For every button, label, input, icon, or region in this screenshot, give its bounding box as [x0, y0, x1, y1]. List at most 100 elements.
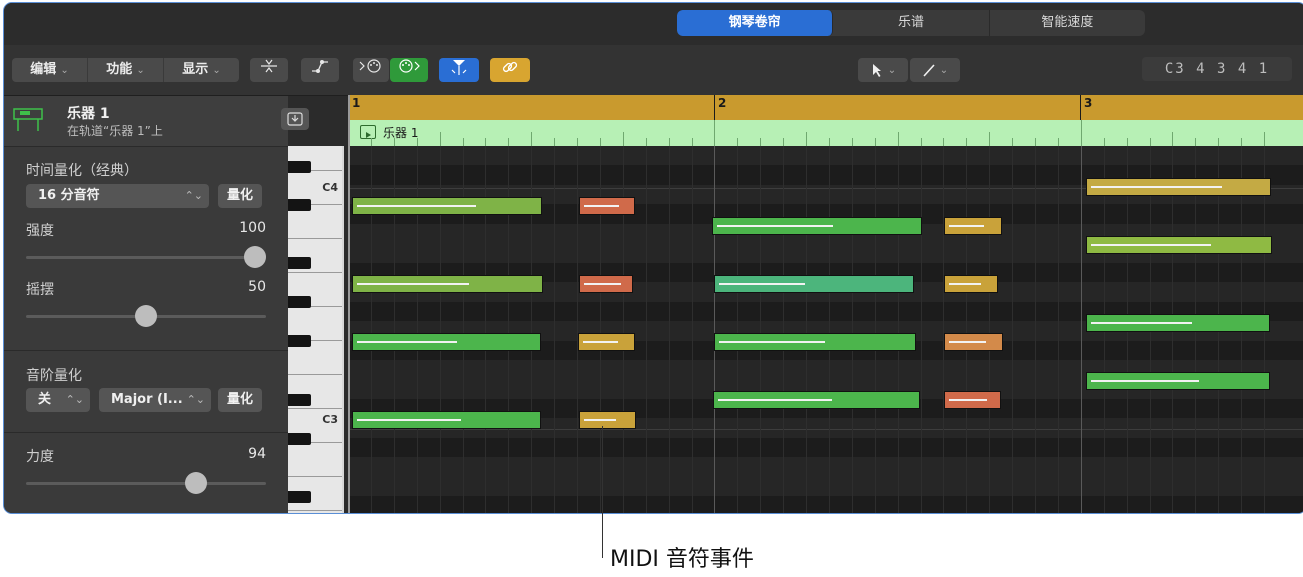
bar-ruler[interactable]: 1 2 3: [348, 95, 1303, 120]
midi-note[interactable]: [1086, 178, 1271, 196]
black-key[interactable]: [288, 199, 311, 211]
midi-note[interactable]: [1086, 236, 1272, 254]
black-key[interactable]: [288, 296, 311, 308]
beat-line: [577, 146, 578, 513]
region-tick: [1103, 138, 1105, 146]
midi-note[interactable]: [944, 275, 998, 293]
beat-line: [760, 146, 762, 513]
grid-lane: [348, 476, 1303, 497]
chevron-updown-icon: ⌃⌄: [184, 189, 203, 202]
midi-note[interactable]: [944, 391, 1001, 409]
white-key[interactable]: [288, 442, 342, 477]
region-tick: [1035, 138, 1036, 146]
tab-smart-tempo[interactable]: 智能速度: [990, 10, 1145, 36]
midi-out-button[interactable]: [390, 58, 428, 82]
functions-menu[interactable]: 功能 ⌄: [88, 58, 164, 82]
midi-note[interactable]: [352, 197, 542, 215]
callout-label: MIDI 音符事件: [610, 547, 754, 572]
black-key[interactable]: [288, 491, 311, 503]
toolbar: 编辑 ⌄ 功能 ⌄ 显示 ⌄ ⌄ ⌄ C3 4 3 4 1: [4, 45, 1303, 96]
ruler-bar-2: 2: [718, 96, 727, 110]
black-key[interactable]: [288, 394, 311, 406]
view-menu[interactable]: 显示 ⌄: [164, 58, 239, 82]
tab-piano-roll[interactable]: 钢琴卷帘: [677, 10, 834, 36]
midi-note[interactable]: [578, 333, 635, 351]
midi-note[interactable]: [579, 411, 636, 429]
velocity-slider-track[interactable]: [26, 482, 266, 485]
note-velocity-line: [584, 205, 619, 207]
time-quantize-button[interactable]: 量化: [218, 184, 262, 208]
region-tick: [966, 138, 968, 146]
view-tabs: 钢琴卷帘 乐谱 智能速度: [677, 10, 1145, 36]
midi-note[interactable]: [944, 333, 1003, 351]
region-tick: [989, 132, 991, 146]
beat-line: [645, 146, 647, 513]
note-grid[interactable]: [348, 146, 1303, 513]
velocity-value: 94: [248, 446, 266, 462]
region-tick: [1012, 138, 1014, 146]
black-key[interactable]: [288, 335, 311, 347]
midi-region-header[interactable]: 乐器 1: [348, 120, 1303, 147]
midi-note[interactable]: [714, 275, 914, 293]
import-button[interactable]: [281, 108, 309, 130]
pencil-tool-menu[interactable]: ⌄: [910, 58, 960, 82]
key-label-c4: C4: [322, 181, 338, 194]
region-tick: [783, 138, 785, 146]
quantize-button[interactable]: [250, 58, 288, 82]
black-key[interactable]: [288, 433, 311, 445]
black-key[interactable]: [288, 257, 311, 269]
swing-slider-knob[interactable]: [135, 305, 157, 327]
chevron-down-icon: ⌄: [887, 65, 897, 76]
pointer-tool-menu[interactable]: ⌄: [858, 58, 908, 82]
midi-in-button[interactable]: [353, 58, 389, 82]
velocity-slider-knob[interactable]: [185, 472, 207, 494]
region-tick: [943, 138, 945, 146]
note-velocity-line: [719, 341, 825, 343]
scale-quantize-button[interactable]: 量化: [218, 388, 262, 412]
swing-value: 50: [248, 279, 266, 295]
midi-note[interactable]: [1086, 372, 1270, 390]
black-key[interactable]: [288, 161, 311, 173]
time-quantize-heading: 时间量化（经典）: [26, 163, 138, 179]
catch-button[interactable]: [439, 58, 479, 82]
strength-slider-knob[interactable]: [244, 246, 266, 268]
midi-note[interactable]: [352, 411, 541, 429]
note-velocity-line: [584, 283, 621, 285]
beat-line: [1057, 146, 1059, 513]
automation-button[interactable]: [301, 58, 339, 82]
midi-note[interactable]: [713, 391, 920, 409]
midi-in-icon: [359, 59, 381, 73]
midi-note[interactable]: [944, 217, 1002, 235]
region-tick: [1241, 138, 1243, 146]
note-velocity-line: [718, 399, 832, 401]
midi-note[interactable]: [1086, 314, 1270, 332]
playhead[interactable]: [348, 95, 350, 513]
midi-note[interactable]: [712, 217, 922, 235]
piano-keyboard[interactable]: C4 C3: [288, 146, 344, 513]
midi-note[interactable]: [352, 333, 541, 351]
midi-note[interactable]: [352, 275, 543, 293]
ruler-bar-3: 3: [1084, 96, 1093, 110]
link-button[interactable]: [490, 58, 530, 82]
region-tick: [485, 138, 487, 146]
scale-select[interactable]: Major (I... ⌃⌄: [99, 388, 211, 412]
midi-note[interactable]: [714, 333, 916, 351]
strength-slider-track[interactable]: [26, 256, 266, 259]
tab-score[interactable]: 乐谱: [833, 10, 990, 36]
midi-note[interactable]: [579, 197, 635, 215]
midi-note[interactable]: [579, 275, 633, 293]
note-velocity-line: [719, 283, 805, 285]
scale-quantize-off-select[interactable]: 关 ⌃⌄: [26, 388, 90, 412]
edit-menu[interactable]: 编辑 ⌄: [12, 58, 88, 82]
grid-lane: [348, 437, 1303, 458]
link-icon: [502, 61, 518, 73]
chevron-updown-icon: ⌃⌄: [65, 393, 84, 406]
quantize-value-select[interactable]: 16 分音符 ⌃⌄: [26, 184, 209, 208]
region-tick: [1218, 138, 1220, 146]
play-icon: [360, 125, 376, 139]
menu-group: 编辑 ⌄ 功能 ⌄ 显示 ⌄: [12, 58, 239, 82]
note-velocity-line: [357, 341, 457, 343]
note-velocity-line: [949, 283, 981, 285]
beat-line: [851, 146, 853, 513]
piano-icon: [13, 108, 43, 131]
